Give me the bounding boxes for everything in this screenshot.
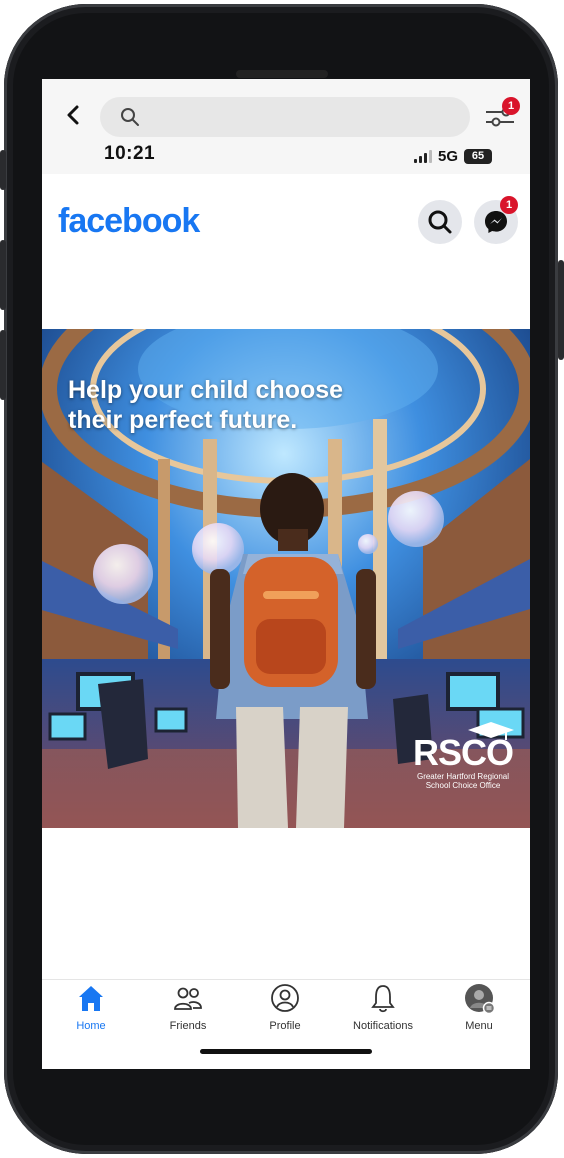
rsco-subtitle-2: School Choice Office [425,781,501,790]
nav-profile[interactable]: Profile [240,980,330,1040]
search-button[interactable] [418,200,462,244]
avatar-menu-icon [465,984,494,1014]
bottom-nav: Home Friends Profile Notifications Menu [42,979,530,1069]
nav-label: Menu [465,1020,493,1032]
filter-settings-button[interactable]: 1 [484,97,520,131]
rsco-subtitle-1: Greater Hartford Regional [416,772,510,781]
nav-label: Notifications [353,1020,413,1032]
nav-label: Friends [169,1020,207,1032]
nav-friends[interactable]: Friends [143,980,233,1040]
home-icon [79,986,103,1011]
bell-icon [371,985,395,1013]
search-icon [428,210,452,234]
phone-side-button [0,240,6,310]
nav-label: Home [76,1020,106,1032]
search-input[interactable] [100,97,470,137]
post-image[interactable]: Help your child choose their perfect fut… [42,329,530,828]
speaker-grille [236,70,328,78]
headline-line-1: Help your child choose [68,376,344,404]
nav-menu[interactable]: Menu [434,980,524,1040]
headline-line-2: their perfect future. [68,406,298,434]
phone-screen: 1 10:21 5G 65 facebook 1 Help your child… [42,79,530,1069]
status-indicators: 5G 65 [413,147,492,165]
signal-icon [413,149,432,163]
messenger-badge: 1 [500,196,518,214]
nav-label: Profile [269,1020,301,1032]
messenger-button[interactable]: 1 [474,196,518,244]
friends-icon [174,987,202,1010]
phone-side-button [0,330,6,400]
browser-bar: 1 10:21 5G 65 [42,79,530,174]
search-icon [121,108,139,126]
back-icon[interactable] [62,103,86,127]
battery-level: 65 [471,149,485,162]
home-indicator[interactable] [200,1049,372,1054]
graduation-cap-icon [468,722,514,740]
app-header: facebook 1 [42,174,530,249]
network-type: 5G [437,147,458,165]
nav-home[interactable]: Home [46,980,136,1040]
nav-notifications[interactable]: Notifications [338,980,428,1040]
profile-icon [271,984,299,1012]
post-headline: Help your child choose their perfect fut… [68,375,343,435]
battery-icon: 65 [464,148,492,164]
phone-side-button [0,150,6,190]
status-time: 10:21 [104,143,156,164]
phone-side-button [558,260,564,360]
facebook-logo[interactable]: facebook [58,202,200,241]
filter-badge: 1 [502,97,520,115]
rsco-logo: RSCO Greater Hartford Regional School Ch… [408,722,518,814]
